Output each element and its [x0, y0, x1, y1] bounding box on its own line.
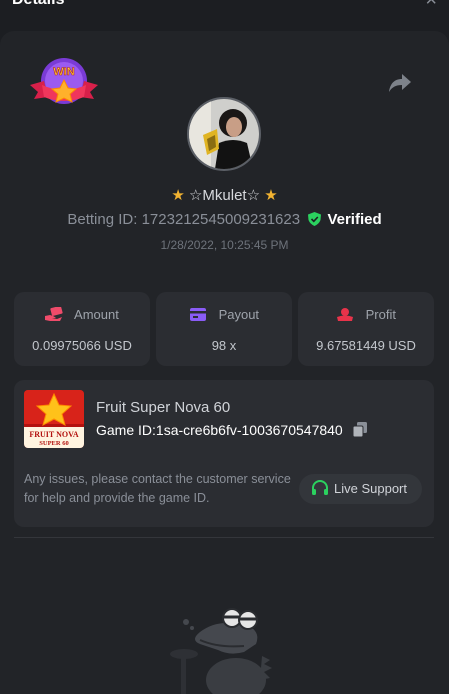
profit-value: 9.67581449 USD [316, 338, 416, 353]
star-left-icon: ★ [171, 187, 185, 204]
headset-icon [312, 480, 328, 495]
verified-shield-icon [308, 212, 322, 226]
star-right-icon: ★ [264, 187, 278, 204]
profit-icon [337, 308, 354, 321]
payout-card: Payout 98 x [156, 292, 292, 366]
game-name: Fruit Super Nova 60 [96, 399, 231, 416]
game-id-value: 1sa-cre6b6fv-1003670547840 [155, 422, 343, 438]
header: Details × [0, 0, 449, 22]
crocodile-mascot-icon [170, 608, 272, 694]
betting-id-row: Betting ID: 17232125450092316​23 Verifie… [0, 211, 449, 228]
username: ☆Mkulet☆ [188, 187, 261, 204]
thumbnail-subtitle: SUPER 60 [39, 440, 68, 447]
card-icon [189, 308, 206, 321]
live-support-button[interactable]: Live Support [299, 474, 422, 504]
game-id-label: Game ID: [96, 422, 156, 438]
close-button[interactable]: × [425, 0, 437, 10]
win-badge-text: WIN [53, 66, 74, 78]
payout-value: 98 x [211, 338, 237, 353]
divider [14, 537, 434, 538]
money-hand-icon [45, 307, 63, 321]
verified-label: Verified [327, 211, 382, 228]
avatar-image [189, 99, 259, 169]
avatar [187, 97, 261, 171]
username-row: ★ ☆Mkulet☆ ★ [0, 186, 449, 204]
win-badge-icon: WIN [30, 58, 98, 104]
betting-id-label: Betting ID: [67, 211, 138, 228]
amount-label: Amount [74, 307, 119, 322]
support-message: Any issues, please contact the customer … [24, 472, 291, 505]
details-page: Details × WIN ★ ☆Mkulet☆ ★ Betting [0, 0, 449, 694]
amount-label-row: Amount [14, 307, 150, 322]
game-thumbnail-image: FRUIT NOVA SUPER 60 [24, 390, 84, 448]
live-support-label: Live Support [334, 481, 407, 496]
thumbnail-title: FRUIT NOVA [29, 430, 78, 439]
game-card: FRUIT NOVA SUPER 60 Fruit Super Nova 60 … [14, 380, 434, 527]
profit-label: Profit [365, 307, 396, 322]
game-thumbnail[interactable]: FRUIT NOVA SUPER 60 [24, 390, 84, 448]
bet-timestamp: 1/28/2022, 10:25:45 PM [160, 238, 289, 252]
profit-label-row: Profit [298, 307, 434, 322]
payout-label-row: Payout [156, 307, 292, 322]
betting-id-value: 17232125450092316​23 [141, 211, 301, 228]
profit-card: Profit 9.67581449 USD [298, 292, 434, 366]
amount-value: 0.09975066 USD [32, 338, 132, 353]
payout-label: Payout [218, 307, 260, 322]
share-icon[interactable] [388, 72, 412, 94]
game-id-row: Game ID:1sa-cre6b6fv-1003670547840 [96, 422, 367, 438]
amount-card: Amount 0.09975066 USD [14, 292, 150, 366]
page-title: Details [12, 0, 64, 9]
copy-icon[interactable] [352, 422, 367, 437]
